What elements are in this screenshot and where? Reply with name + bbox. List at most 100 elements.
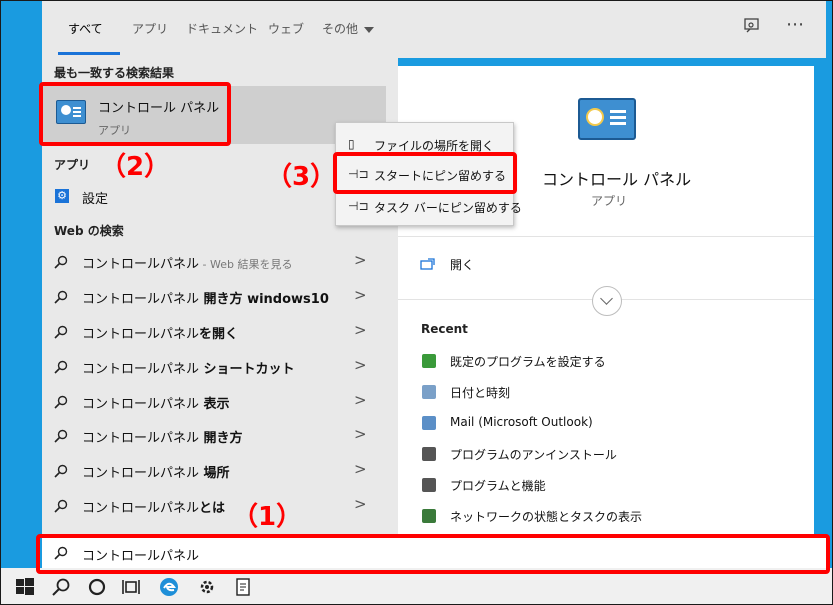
settings-icon[interactable]: [196, 576, 218, 598]
menu-item-pin-to-start[interactable]: ⊣⊐ スタートにピン留めする: [336, 159, 513, 189]
search-tabbar: すべて アプリ ドキュメント ウェブ その他 ⋯: [42, 0, 826, 58]
search-icon: [54, 255, 68, 269]
chevron-right-icon[interactable]: >: [354, 356, 367, 374]
clock-icon: [422, 385, 436, 399]
menu-item-label: スタートにピン留めする: [374, 169, 507, 183]
web-result-label: コントロールパネル - Web 結果を見る: [82, 257, 293, 272]
default-programs-icon: [422, 354, 436, 368]
chevron-right-icon[interactable]: >: [354, 495, 367, 513]
chevron-right-icon[interactable]: >: [354, 460, 367, 478]
notepad-icon[interactable]: [232, 576, 254, 598]
web-result-item[interactable]: コントロールパネル 開き方 >: [42, 419, 386, 453]
recent-item-label: プログラムのアンインストール: [450, 448, 617, 462]
best-match-name: コントロール パネル: [98, 101, 220, 116]
tab-web[interactable]: ウェブ: [268, 20, 304, 37]
recent-item-label: プログラムと機能: [450, 479, 546, 493]
recent-heading: Recent: [421, 322, 468, 336]
web-result-item[interactable]: コントロールパネル 場所 >: [42, 454, 386, 488]
more-icon[interactable]: ⋯: [786, 14, 804, 35]
recent-item[interactable]: ネットワークの状態とタスクの表示: [420, 505, 800, 531]
menu-item-label: ファイルの場所を開く: [374, 139, 495, 153]
search-icon[interactable]: [50, 576, 72, 598]
control-panel-icon: [578, 98, 636, 140]
recent-item-label: 既定のプログラムを設定する: [450, 355, 606, 369]
web-result-item[interactable]: コントロールパネル ショートカット >: [42, 350, 386, 384]
search-icon: [54, 360, 68, 374]
menu-item-open-file-location[interactable]: ▯ ファイルの場所を開く: [336, 129, 513, 159]
task-view-icon[interactable]: [120, 576, 142, 598]
programs-icon: [422, 447, 436, 461]
web-result-item[interactable]: コントロールパネル 表示 >: [42, 385, 386, 419]
open-label: 開く: [450, 258, 475, 272]
search-box[interactable]: コントロールパネル: [42, 538, 826, 568]
feedback-icon[interactable]: [742, 16, 762, 36]
mail-icon: [422, 416, 436, 430]
apps-heading: アプリ: [54, 158, 91, 172]
network-icon: [422, 509, 436, 523]
pin-icon: ⊣⊐: [348, 199, 369, 213]
tab-all[interactable]: すべて: [68, 20, 103, 37]
search-icon: [54, 546, 68, 560]
best-match-type: アプリ: [98, 124, 131, 137]
desktop-background: [826, 0, 833, 568]
recent-item[interactable]: 既定のプログラムを設定する: [420, 350, 800, 376]
web-result-item[interactable]: コントロールパネル 開き方 windows10 >: [42, 280, 386, 314]
recent-item[interactable]: Mail (Microsoft Outlook): [420, 412, 800, 438]
gear-icon: ⚙: [55, 189, 69, 203]
recent-item[interactable]: プログラムのアンインストール: [420, 443, 800, 469]
web-result-label: コントロールパネル 開き方: [82, 431, 243, 446]
taskbar: [0, 568, 833, 605]
chevron-down-icon: [364, 26, 375, 33]
annotation-step-1: （1）: [232, 502, 303, 532]
open-action[interactable]: 開く: [420, 255, 620, 279]
expand-chevron-icon[interactable]: [592, 286, 622, 316]
tab-more-label: その他: [322, 22, 359, 36]
desktop-background: [0, 0, 42, 568]
web-result-item[interactable]: コントロールパネルを開く >: [42, 315, 386, 349]
programs-icon: [422, 478, 436, 492]
preview-title: コントロール パネル: [542, 170, 692, 189]
web-search-heading: Web の検索: [54, 224, 124, 238]
search-icon: [54, 325, 68, 339]
search-icon: [54, 429, 68, 443]
app-settings-label: 設定: [82, 192, 109, 207]
web-result-item[interactable]: コントロールパネルとは >: [42, 489, 386, 523]
web-result-label: コントロールパネルとは: [82, 501, 226, 516]
chevron-right-icon[interactable]: >: [354, 286, 367, 304]
tab-documents[interactable]: ドキュメント: [186, 20, 258, 37]
search-input[interactable]: コントロールパネル: [82, 545, 199, 564]
search-icon: [54, 499, 68, 513]
web-result-label: コントロールパネルを開く: [82, 327, 239, 342]
active-tab-indicator: [58, 52, 120, 55]
web-result-label: コントロールパネル 開き方 windows10: [82, 292, 329, 307]
web-result-item[interactable]: コントロールパネル - Web 結果を見る >: [42, 245, 386, 279]
menu-item-label: タスク バーにピン留めする: [374, 201, 522, 215]
context-menu: ▯ ファイルの場所を開く ⊣⊐ スタートにピン留めする ⊣⊐ タスク バーにピン…: [335, 122, 522, 226]
chevron-right-icon[interactable]: >: [354, 321, 367, 339]
pin-icon: ⊣⊐: [348, 167, 369, 181]
tab-apps[interactable]: アプリ: [132, 20, 168, 37]
search-icon: [54, 464, 68, 478]
annotation-step-3: （3）: [266, 162, 337, 192]
divider: [398, 236, 814, 237]
recent-item-label: Mail (Microsoft Outlook): [450, 415, 593, 429]
chevron-right-icon[interactable]: >: [354, 391, 367, 409]
web-result-label: コントロールパネル 場所: [82, 466, 230, 481]
file-location-icon: ▯: [348, 137, 355, 151]
web-result-label: コントロールパネル 表示: [82, 397, 230, 412]
search-icon: [54, 395, 68, 409]
tab-more[interactable]: その他: [322, 20, 375, 37]
cortana-icon[interactable]: [86, 576, 108, 598]
search-icon: [54, 290, 68, 304]
edge-icon[interactable]: [158, 576, 180, 598]
annotation-step-2: （2）: [100, 152, 171, 182]
web-result-label: コントロールパネル ショートカット: [82, 362, 295, 377]
windows-start-icon[interactable]: [14, 576, 36, 598]
recent-item[interactable]: プログラムと機能: [420, 474, 800, 500]
control-panel-icon: [56, 100, 86, 124]
recent-item[interactable]: 日付と時刻: [420, 381, 800, 407]
preview-type: アプリ: [591, 194, 628, 208]
chevron-right-icon[interactable]: >: [354, 251, 367, 269]
menu-item-pin-to-taskbar[interactable]: ⊣⊐ タスク バーにピン留めする: [336, 191, 522, 221]
chevron-right-icon[interactable]: >: [354, 425, 367, 443]
